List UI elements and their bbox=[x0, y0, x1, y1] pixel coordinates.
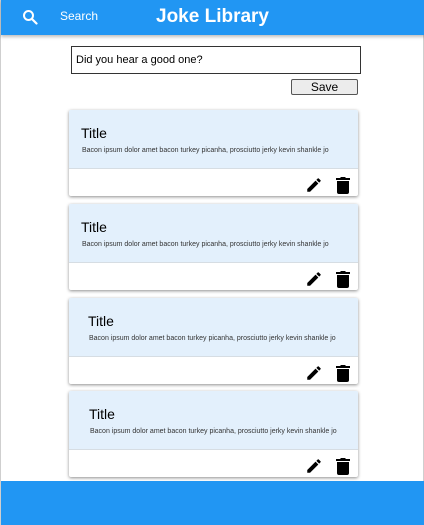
joke-card-header: Title Bacon ipsum dolor amet bacon turke… bbox=[69, 298, 358, 357]
edit-icon[interactable] bbox=[305, 176, 323, 194]
joke-title: Title bbox=[88, 313, 114, 329]
delete-icon[interactable] bbox=[336, 270, 350, 288]
joke-card: Title Bacon ipsum dolor amet bacon turke… bbox=[69, 298, 358, 384]
search-label[interactable]: Search bbox=[60, 9, 98, 23]
joke-title: Title bbox=[81, 219, 107, 235]
joke-card-header: Title Bacon ipsum dolor amet bacon turke… bbox=[69, 391, 358, 450]
joke-card-header: Title Bacon ipsum dolor amet bacon turke… bbox=[69, 110, 358, 169]
joke-card: Title Bacon ipsum dolor amet bacon turke… bbox=[69, 204, 358, 290]
app-title: Joke Library bbox=[156, 6, 269, 27]
joke-input[interactable] bbox=[71, 46, 361, 74]
joke-title: Title bbox=[81, 125, 107, 141]
edit-icon[interactable] bbox=[305, 270, 323, 288]
delete-icon[interactable] bbox=[336, 176, 350, 194]
app-footer bbox=[1, 481, 424, 525]
delete-icon[interactable] bbox=[336, 457, 350, 475]
joke-card-header: Title Bacon ipsum dolor amet bacon turke… bbox=[69, 204, 358, 263]
edit-icon[interactable] bbox=[305, 364, 323, 382]
joke-card: Title Bacon ipsum dolor amet bacon turke… bbox=[69, 110, 358, 196]
app-header: Search Joke Library bbox=[1, 0, 424, 35]
joke-text: Bacon ipsum dolor amet bacon turkey pica… bbox=[82, 241, 329, 248]
joke-text: Bacon ipsum dolor amet bacon turkey pica… bbox=[89, 335, 336, 342]
delete-icon[interactable] bbox=[336, 364, 350, 382]
joke-text: Bacon ipsum dolor amet bacon turkey pica… bbox=[82, 147, 329, 154]
edit-icon[interactable] bbox=[305, 457, 323, 475]
joke-title: Title bbox=[89, 406, 115, 422]
search-icon[interactable] bbox=[22, 9, 38, 25]
joke-card: Title Bacon ipsum dolor amet bacon turke… bbox=[69, 391, 358, 477]
save-button[interactable]: Save bbox=[291, 79, 358, 95]
joke-text: Bacon ipsum dolor amet bacon turkey pica… bbox=[90, 428, 337, 435]
